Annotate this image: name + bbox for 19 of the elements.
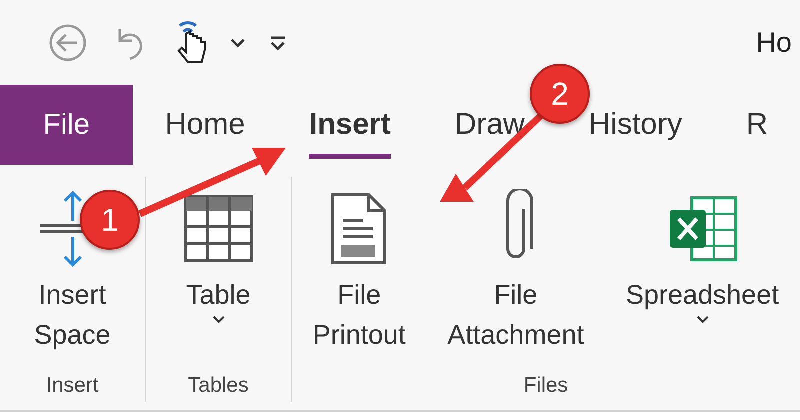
ribbon-tab[interactable]: R (746, 85, 768, 165)
group-label: Insert (46, 374, 99, 398)
ribbon-command[interactable]: Table (180, 183, 256, 325)
caret-icon (230, 36, 246, 48)
window-title: Ho (756, 26, 792, 58)
group-label: Files (524, 374, 568, 398)
ribbon-command[interactable]: File Printout (310, 183, 408, 355)
file-tab[interactable]: File (0, 85, 134, 165)
ribbon-tab[interactable]: History (588, 85, 682, 165)
ribbon-tab[interactable]: Home (165, 85, 246, 165)
back-button[interactable] (48, 22, 88, 62)
ribbon-command[interactable]: File Attachment (446, 183, 586, 355)
ribbon-tab[interactable]: Insert (309, 85, 391, 165)
caret-button[interactable] (230, 36, 246, 48)
document-icon (329, 191, 390, 267)
group-label: Tables (188, 374, 249, 398)
ribbon-command[interactable]: Spreadsheet (624, 183, 782, 325)
table-icon (182, 194, 254, 264)
ribbon-tab[interactable]: Draw (454, 85, 525, 165)
